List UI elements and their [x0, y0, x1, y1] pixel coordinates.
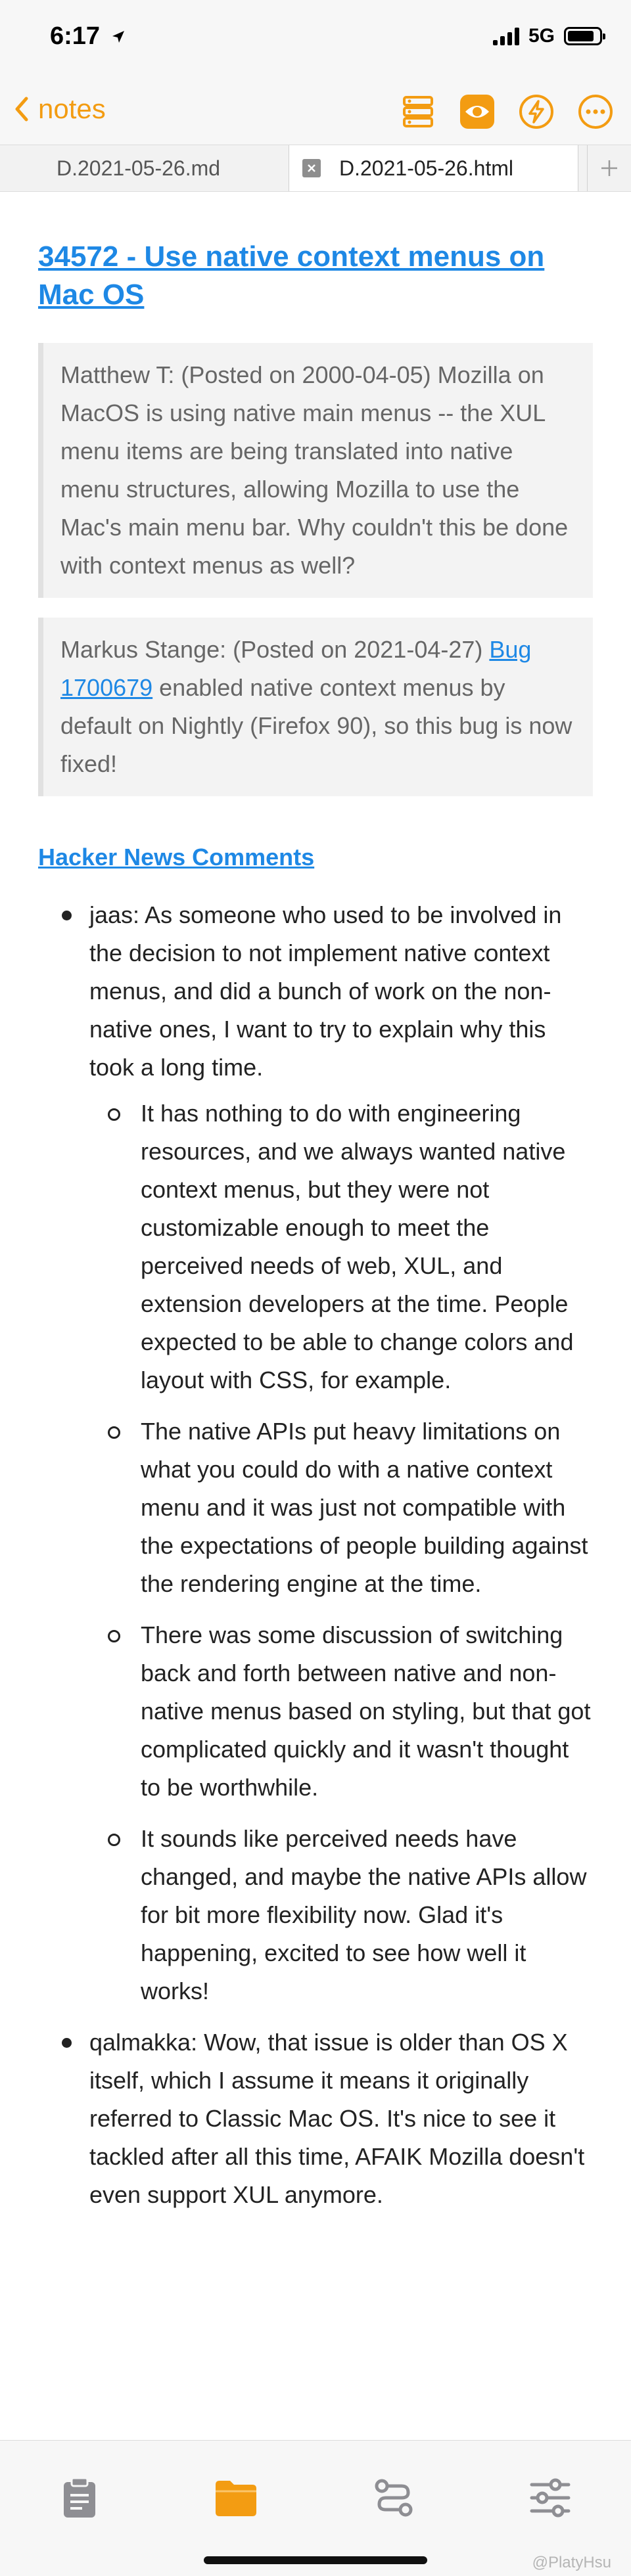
sliders-icon[interactable]: [527, 2475, 573, 2521]
location-arrow-icon: [112, 31, 124, 43]
layers-icon[interactable]: [398, 92, 438, 131]
nav-bar: notes: [0, 79, 631, 145]
quote-text: Markus Stange: (Posted on 2021-04-27): [60, 636, 490, 663]
blockquote: Matthew T: (Posted on 2000-04-05) Mozill…: [38, 343, 593, 598]
comment-text: jaas: As someone who used to be involved…: [89, 901, 562, 1081]
tab-md[interactable]: D.2021-05-26.md: [0, 145, 289, 191]
status-time: 6:17: [50, 22, 126, 51]
network-type: 5G: [528, 25, 555, 47]
back-button[interactable]: notes: [13, 93, 106, 125]
tab-label: D.2021-05-26.html: [339, 156, 514, 180]
eye-icon[interactable]: [457, 92, 497, 131]
watermark: @PlatyHsu: [532, 2554, 611, 2571]
tab-bar: D.2021-05-26.md D.2021-05-26.html: [0, 145, 631, 192]
list-item: It sounds like perceived needs have chan…: [89, 1820, 593, 2010]
reply-text: It has nothing to do with engineering re…: [141, 1100, 574, 1393]
tab-label: D.2021-05-26.md: [57, 156, 221, 180]
more-icon[interactable]: [576, 92, 615, 131]
blockquote: Markus Stange: (Posted on 2021-04-27) Bu…: [38, 618, 593, 796]
bottom-toolbar: @PlatyHsu: [0, 2440, 631, 2576]
lightning-icon[interactable]: [517, 92, 556, 131]
status-bar: 6:17 5G: [0, 0, 631, 79]
list-item: qalmakka: Wow, that issue is older than …: [38, 2023, 593, 2214]
reply-list: It has nothing to do with engineering re…: [89, 1095, 593, 2010]
tab-html[interactable]: D.2021-05-26.html: [289, 145, 578, 191]
list-item: The native APIs put heavy limitations on…: [89, 1412, 593, 1603]
list-item: It has nothing to do with engineering re…: [89, 1095, 593, 1399]
list-item: There was some discussion of switching b…: [89, 1616, 593, 1807]
hacker-news-link[interactable]: Hacker News Comments: [38, 844, 593, 871]
list-item: jaas: As someone who used to be involved…: [38, 896, 593, 2010]
signal-icon: [492, 27, 519, 45]
battery-icon: [564, 27, 605, 45]
page-title[interactable]: 34572 - Use native context menus on Mac …: [38, 238, 593, 314]
chevron-left-icon: [15, 97, 28, 122]
back-label: notes: [38, 93, 106, 124]
reply-text: There was some discussion of switching b…: [141, 1621, 591, 1801]
comment-list: jaas: As someone who used to be involved…: [38, 896, 593, 2214]
reply-text: The native APIs put heavy limitations on…: [141, 1418, 588, 1597]
clipboard-icon[interactable]: [57, 2475, 103, 2521]
route-icon[interactable]: [371, 2475, 417, 2521]
reply-text: It sounds like perceived needs have chan…: [141, 1825, 587, 2004]
folder-icon[interactable]: [213, 2475, 259, 2521]
quote-text: Matthew T: (Posted on 2000-04-05) Mozill…: [60, 361, 569, 579]
plus-icon: [601, 160, 617, 176]
close-icon[interactable]: [302, 159, 321, 177]
add-tab-button[interactable]: [587, 145, 631, 191]
home-indicator[interactable]: [204, 2556, 427, 2564]
document-content: 34572 - Use native context menus on Mac …: [0, 238, 631, 2214]
comment-text: qalmakka: Wow, that issue is older than …: [89, 2029, 585, 2208]
